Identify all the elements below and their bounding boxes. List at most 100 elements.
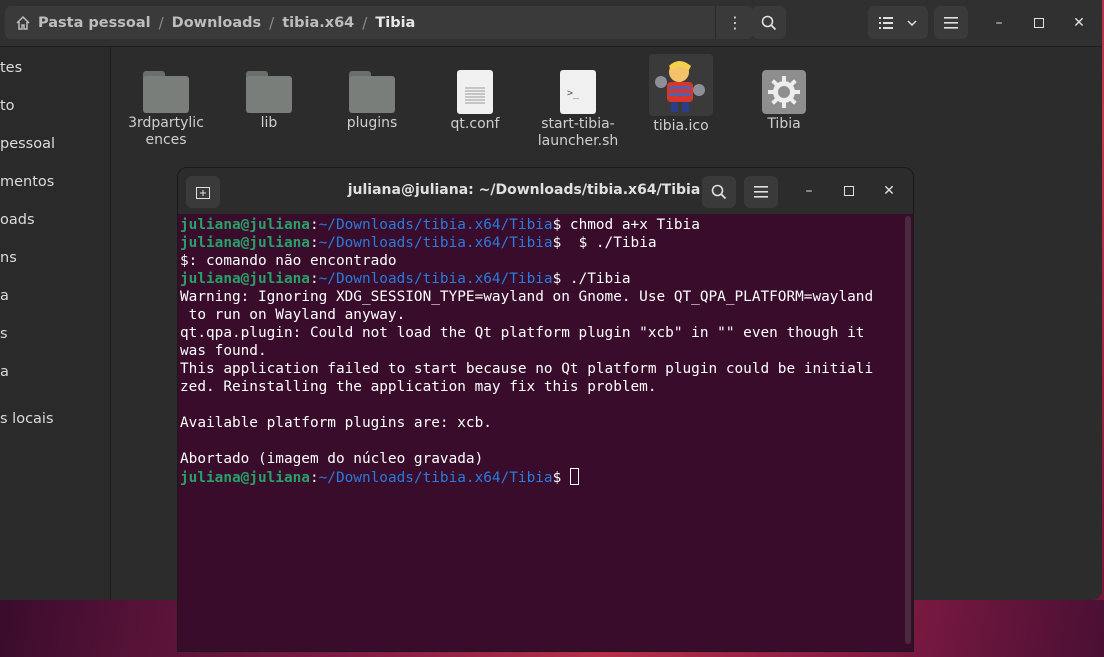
- terminal-cursor: [569, 468, 579, 485]
- script-file-icon: >_: [560, 70, 596, 114]
- prompt-command: $ $ ./Tibia: [552, 235, 657, 251]
- file-label: start-tibia- launcher.sh: [537, 116, 619, 149]
- close-button[interactable]: ✕: [1068, 12, 1090, 34]
- terminal-line: Warning: Ignoring XDG_SESSION_TYPE=wayla…: [180, 288, 902, 306]
- breadcrumb-tibia[interactable]: Tibia: [371, 15, 419, 31]
- kebab-icon: ⋮: [727, 13, 743, 32]
- search-icon: [711, 184, 727, 200]
- maximize-icon: [1034, 18, 1044, 28]
- terminal-menu-button[interactable]: [744, 176, 778, 208]
- file-label: tibia.ico: [653, 118, 709, 134]
- breadcrumb-tibia-x64[interactable]: tibia.x64: [278, 15, 358, 31]
- file-item-start-tibia-launcher[interactable]: >_ start-tibia- launcher.sh: [528, 70, 628, 150]
- folder-icon: [349, 71, 395, 113]
- path-menu-button[interactable]: ⋮: [715, 6, 754, 39]
- terminal-maximize-button[interactable]: [838, 180, 860, 202]
- breadcrumb-separator: /: [362, 13, 368, 32]
- hamburger-icon: [754, 186, 768, 198]
- prompt-path: ~/Downloads/tibia.x64/Tibia: [318, 271, 553, 287]
- breadcrumb-separator: /: [269, 13, 275, 32]
- breadcrumb-home[interactable]: Pasta pessoal: [34, 15, 155, 31]
- terminal-line: juliana@juliana:~/Downloads/tibia.x64/Ti…: [180, 234, 902, 252]
- chevron-down-icon: [907, 19, 917, 26]
- terminal-output-text: Abortado (imagem do núcleo gravada): [180, 451, 484, 467]
- terminal-scrollbar[interactable]: [905, 216, 911, 644]
- terminal-headerbar: juliana@juliana: ~/Downloads/tibia.x64/T…: [178, 168, 913, 214]
- terminal-output-text: This application failed to start because…: [180, 361, 874, 377]
- maximize-button[interactable]: [1028, 12, 1050, 34]
- file-item-plugins[interactable]: plugins: [322, 71, 422, 132]
- prompt-command: $ ./Tibia: [552, 271, 631, 287]
- breadcrumb: Pasta pessoal / Downloads / tibia.x64 / …: [5, 6, 753, 39]
- sidebar-item-recentes[interactable]: tes: [0, 60, 22, 76]
- terminal-output-text: was found.: [180, 343, 267, 359]
- terminal-line: This application failed to start because…: [180, 360, 902, 378]
- sidebar-item-pasta-pessoal[interactable]: pessoal: [0, 136, 55, 152]
- terminal-line: was found.: [180, 342, 902, 360]
- file-item-3rdpartylicences[interactable]: 3rdpartylic ences: [116, 71, 216, 149]
- file-label: 3rdpartylic ences: [128, 115, 204, 148]
- breadcrumb-separator: /: [158, 13, 164, 32]
- terminal-line: $: comando não encontrado: [180, 252, 902, 270]
- prompt-user-host: juliana@juliana: [180, 470, 310, 486]
- minimize-button[interactable]: –: [988, 12, 1010, 34]
- file-item-lib[interactable]: lib: [219, 71, 319, 132]
- sidebar-item-documentos[interactable]: mentos: [0, 174, 54, 190]
- terminal-search-button[interactable]: [702, 176, 736, 208]
- terminal-minimize-button[interactable]: –: [798, 180, 820, 202]
- sidebar-item-favoritos[interactable]: to: [0, 98, 15, 114]
- terminal-output-text: Warning: Ignoring XDG_SESSION_TYPE=wayla…: [180, 289, 874, 305]
- prompt-colon: :: [309, 235, 319, 251]
- close-icon: ✕: [1073, 15, 1085, 31]
- terminal-line: qt.qpa.plugin: Could not load the Qt pla…: [180, 324, 902, 342]
- sidebar: tes to pessoal mentos oads ns a s a s lo…: [0, 47, 111, 600]
- file-label: Tibia: [767, 116, 801, 132]
- terminal-line: juliana@juliana:~/Downloads/tibia.x64/Ti…: [180, 270, 902, 288]
- breadcrumb-downloads[interactable]: Downloads: [168, 15, 265, 31]
- sidebar-item-musica[interactable]: a: [0, 288, 9, 304]
- prompt-path: ~/Downloads/tibia.x64/Tibia: [318, 470, 553, 486]
- prompt-colon: :: [309, 217, 319, 233]
- prompt-path: ~/Downloads/tibia.x64/Tibia: [318, 235, 553, 251]
- home-icon[interactable]: [15, 15, 31, 31]
- terminal-line: Available platform plugins are: xcb.: [180, 414, 902, 432]
- terminal-output[interactable]: juliana@juliana:~/Downloads/tibia.x64/Ti…: [180, 216, 902, 646]
- file-label: qt.conf: [450, 116, 500, 132]
- executable-gear-icon: [762, 70, 806, 114]
- sidebar-item-outros-locais[interactable]: s locais: [0, 411, 54, 427]
- sidebar-item-downloads[interactable]: oads: [0, 212, 35, 228]
- sidebar-item-lixeira[interactable]: a: [0, 364, 9, 380]
- close-icon: ✕: [883, 183, 895, 199]
- prompt-command: $ chmod a+x Tibia: [552, 217, 700, 233]
- main-menu-button[interactable]: [934, 6, 968, 39]
- minimize-icon: –: [995, 15, 1003, 31]
- file-item-tibia-ico[interactable]: tibia.ico: [631, 54, 731, 135]
- files-headerbar: Pasta pessoal / Downloads / tibia.x64 / …: [0, 0, 1102, 47]
- view-toggle-button[interactable]: [868, 6, 928, 39]
- sidebar-item-videos[interactable]: s: [0, 326, 8, 342]
- file-item-tibia-executable[interactable]: Tibia: [734, 70, 834, 133]
- file-label: lib: [260, 115, 278, 131]
- list-view-icon: [879, 16, 893, 29]
- tibia-character-icon: [649, 54, 713, 116]
- terminal-line: Abortado (imagem do núcleo gravada): [180, 450, 902, 468]
- search-button[interactable]: [752, 6, 786, 39]
- folder-icon: [246, 71, 292, 113]
- terminal-line: juliana@juliana:~/Downloads/tibia.x64/Ti…: [180, 216, 902, 234]
- terminal-line: zed. Reinstalling the application may fi…: [180, 378, 902, 396]
- terminal-output-text: Available platform plugins are: xcb.: [180, 415, 492, 431]
- folder-icon: [143, 71, 189, 113]
- prompt-user-host: juliana@juliana: [180, 235, 310, 251]
- maximize-icon: [844, 186, 854, 196]
- terminal-output-text: zed. Reinstalling the application may fi…: [180, 379, 657, 395]
- prompt-user-host: juliana@juliana: [180, 217, 310, 233]
- prompt-user-host: juliana@juliana: [180, 271, 310, 287]
- sidebar-item-imagens[interactable]: ns: [0, 250, 17, 266]
- hamburger-icon: [944, 16, 958, 29]
- prompt-colon: :: [309, 470, 319, 486]
- terminal-close-button[interactable]: ✕: [878, 180, 900, 202]
- file-item-qt-conf[interactable]: qt.conf: [425, 70, 525, 133]
- minimize-icon: –: [805, 183, 813, 199]
